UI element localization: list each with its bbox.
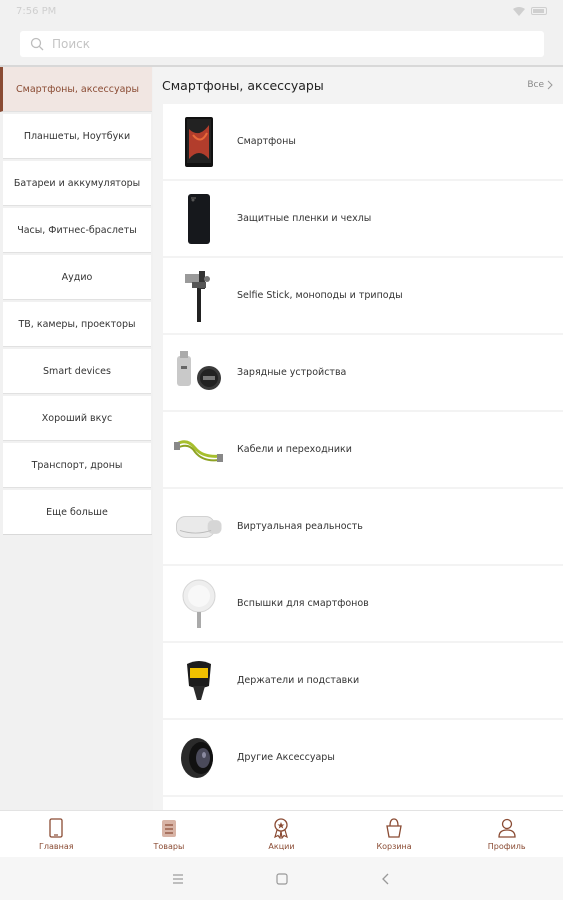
- vr-headset-icon: [173, 497, 225, 557]
- sidebar-divider: [3, 534, 152, 535]
- sidebar-item-label: ТВ, камеры, проекторы: [18, 318, 136, 330]
- tab-profile[interactable]: Профиль: [450, 811, 563, 857]
- sidebar-item-label: Smart devices: [43, 365, 111, 377]
- home-square-icon[interactable]: [275, 872, 289, 886]
- sidebar-item-tablets[interactable]: Планшеты, Ноутбуки: [3, 114, 151, 159]
- profile-icon: [498, 818, 516, 838]
- sidebar-item-label: Транспорт, дроны: [31, 459, 123, 471]
- tab-home[interactable]: Главная: [0, 811, 113, 857]
- category-row-partial[interactable]: [163, 797, 563, 810]
- chevron-right-icon: [547, 80, 553, 90]
- category-label: Selfie Stick, моноподы и триподы: [237, 290, 403, 301]
- search-icon: [30, 37, 44, 51]
- category-row-flash[interactable]: Вспышки для смартфонов: [163, 566, 563, 641]
- tab-label: Акции: [268, 842, 295, 851]
- sidebar-item-transport[interactable]: Транспорт, дроны: [3, 443, 151, 488]
- sidebar-item-smartphones[interactable]: Смартфоны, аксессуары: [0, 67, 152, 112]
- status-bar: 7:56 PM: [0, 0, 563, 22]
- category-row-cables[interactable]: Кабели и переходники: [163, 412, 563, 487]
- category-row-chargers[interactable]: Зарядные устройства: [163, 335, 563, 410]
- search-bar[interactable]: [20, 31, 544, 57]
- holder-icon: [173, 651, 225, 711]
- battery-icon: [531, 7, 547, 15]
- sidebar-item-label: Планшеты, Ноутбуки: [23, 130, 131, 142]
- category-label: Виртуальная реальность: [237, 521, 363, 532]
- charger-icon: [173, 343, 225, 403]
- tab-label: Главная: [39, 842, 74, 851]
- smartphone-icon: [173, 112, 225, 172]
- category-label: Кабели и переходники: [237, 444, 352, 455]
- sidebar-item-label: Хороший вкус: [41, 412, 113, 424]
- category-label: Защитные пленки и чехлы: [237, 213, 372, 224]
- tab-label: Профиль: [487, 842, 526, 851]
- category-row-cases[interactable]: Защитные пленки и чехлы: [163, 181, 563, 256]
- category-row-smartphones[interactable]: Смартфоны: [163, 104, 563, 179]
- sidebar-item-tv[interactable]: ТВ, камеры, проекторы: [3, 302, 151, 347]
- tab-promotions[interactable]: Акции: [225, 811, 338, 857]
- status-icons: [513, 6, 547, 16]
- wifi-icon: [513, 6, 525, 16]
- sidebar-item-good-taste[interactable]: Хороший вкус: [3, 396, 151, 441]
- system-nav-bar: [0, 857, 563, 900]
- back-icon[interactable]: [379, 872, 393, 886]
- menu-icon[interactable]: [171, 872, 185, 886]
- home-icon: [49, 818, 63, 838]
- category-row-holders[interactable]: Держатели и подставки: [163, 643, 563, 718]
- sidebar-item-label: Еще больше: [46, 506, 108, 518]
- sidebar-item-label: Часы, Фитнес-браслеты: [17, 224, 137, 236]
- category-sidebar: Смартфоны, аксессуары Планшеты, Ноутбуки…: [0, 67, 152, 810]
- phone-case-icon: [173, 189, 225, 249]
- content-title: Смартфоны, аксессуары: [162, 77, 324, 93]
- sidebar-item-label: Аудио: [61, 271, 93, 283]
- search-input[interactable]: [52, 37, 544, 51]
- badge-icon: [274, 818, 289, 839]
- category-label: Другие Аксессуары: [237, 752, 335, 763]
- content-header: Смартфоны, аксессуары Все: [153, 67, 563, 103]
- see-all-label: Все: [527, 80, 544, 90]
- sidebar-item-smart-devices[interactable]: Smart devices: [3, 349, 151, 394]
- goods-icon: [161, 820, 176, 837]
- category-content: Смартфоны, аксессуары Все Смартфоны Защи…: [153, 67, 563, 810]
- category-label: Держатели и подставки: [237, 675, 360, 686]
- sidebar-item-audio[interactable]: Аудио: [3, 255, 151, 300]
- sidebar-item-label: Смартфоны, аксессуары: [16, 83, 139, 95]
- sidebar-item-batteries[interactable]: Батареи и аккумуляторы: [3, 161, 151, 206]
- sidebar-item-label: Батареи и аккумуляторы: [13, 177, 141, 189]
- selfie-stick-icon: [173, 266, 225, 326]
- tab-label: Корзина: [376, 842, 412, 851]
- category-label: Вспышки для смартфонов: [237, 598, 369, 609]
- basket-icon: [386, 818, 402, 838]
- status-time: 7:56 PM: [16, 5, 57, 17]
- category-label: Смартфоны: [237, 136, 296, 147]
- flash-icon: [173, 574, 225, 634]
- tab-label: Товары: [153, 842, 185, 851]
- sidebar-item-more[interactable]: Еще больше: [3, 490, 151, 535]
- bottom-tab-bar: Главная Товары Акции Корзина Профиль: [0, 810, 563, 857]
- cable-icon: [173, 420, 225, 480]
- category-row-vr[interactable]: Виртуальная реальность: [163, 489, 563, 564]
- see-all-link[interactable]: Все: [527, 80, 553, 90]
- sidebar-item-watches[interactable]: Часы, Фитнес-браслеты: [3, 208, 151, 253]
- tab-goods[interactable]: Товары: [113, 811, 226, 857]
- tab-basket[interactable]: Корзина: [338, 811, 451, 857]
- category-label: Зарядные устройства: [237, 367, 347, 378]
- category-row-other[interactable]: Другие Аксессуары: [163, 720, 563, 795]
- category-row-selfie[interactable]: Selfie Stick, моноподы и триподы: [163, 258, 563, 333]
- lens-icon: [173, 728, 225, 788]
